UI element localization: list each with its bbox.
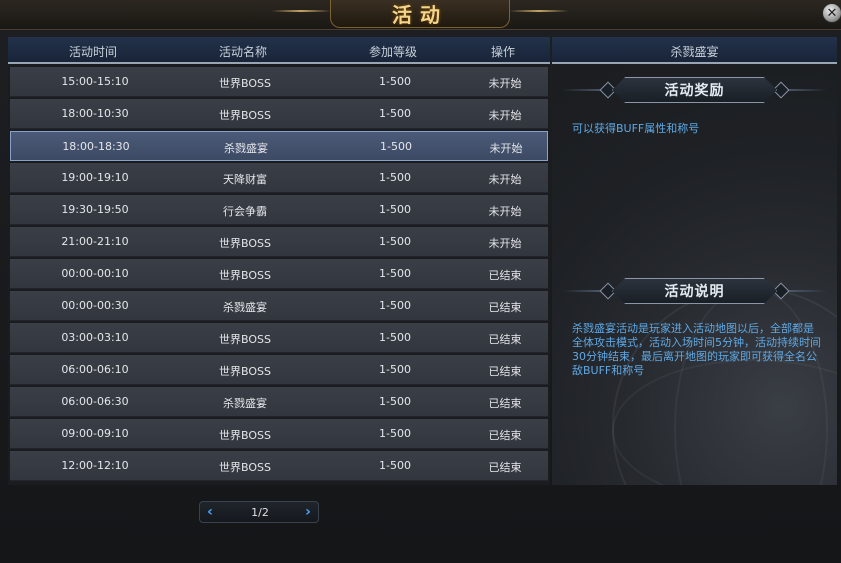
activity-time: 03:00-03:10 bbox=[61, 331, 129, 344]
activity-status: 已结束 bbox=[488, 461, 522, 474]
activity-status: 未开始 bbox=[488, 237, 522, 250]
table-row[interactable]: 12:00-12:10 世界BOSS 1-500 已结束 bbox=[10, 451, 548, 481]
header-operation: 操作 bbox=[490, 45, 515, 59]
activity-time: 18:00-10:30 bbox=[61, 107, 129, 120]
activity-name: 世界BOSS bbox=[219, 429, 271, 442]
activity-name: 世界BOSS bbox=[219, 237, 271, 250]
activity-level: 1-500 bbox=[379, 459, 411, 472]
activity-status: 已结束 bbox=[488, 269, 522, 282]
table-row[interactable]: 06:00-06:30 杀戮盛宴 1-500 已结束 bbox=[10, 387, 548, 417]
activity-time: 19:30-19:50 bbox=[61, 203, 129, 216]
pager: ‹ 1/2 › bbox=[199, 501, 319, 523]
activity-level: 1-500 bbox=[379, 107, 411, 120]
description-text: 杀戮盛宴活动是玩家进入活动地图以后，全部都是全体攻击模式，活动入场时间5分钟，活… bbox=[572, 322, 821, 377]
activity-status: 未开始 bbox=[489, 142, 523, 155]
detail-header: 杀戮盛宴 bbox=[552, 37, 837, 64]
activity-time: 00:00-00:10 bbox=[61, 267, 129, 280]
activity-name: 世界BOSS bbox=[219, 333, 271, 346]
activity-time: 06:00-06:10 bbox=[61, 363, 129, 376]
activity-time: 09:00-09:10 bbox=[61, 427, 129, 440]
activity-status: 未开始 bbox=[488, 109, 522, 122]
activity-status: 未开始 bbox=[488, 173, 522, 186]
table-row[interactable]: 18:00-10:30 世界BOSS 1-500 未开始 bbox=[10, 99, 548, 129]
activity-time: 15:00-15:10 bbox=[61, 75, 129, 88]
activity-status: 已结束 bbox=[488, 333, 522, 346]
next-page-button[interactable]: › bbox=[300, 504, 316, 520]
activity-status: 已结束 bbox=[488, 429, 522, 442]
activity-detail-panel: 杀戮盛宴 活动奖励 可以获得BUFF属性和称号 活动说明 杀戮盛宴活动是玩家进入… bbox=[552, 37, 837, 485]
activity-level: 1-500 bbox=[379, 299, 411, 312]
activity-level: 1-500 bbox=[379, 75, 411, 88]
activity-name: 杀戮盛宴 bbox=[224, 142, 268, 155]
close-button[interactable]: ✕ bbox=[822, 3, 841, 23]
activity-name: 天降财富 bbox=[223, 173, 267, 186]
activity-status: 已结束 bbox=[488, 301, 522, 314]
activity-level: 1-500 bbox=[379, 203, 411, 216]
activity-time: 21:00-21:10 bbox=[61, 235, 129, 248]
table-row[interactable]: 00:00-00:10 世界BOSS 1-500 已结束 bbox=[10, 259, 548, 289]
table-row[interactable]: 03:00-03:10 世界BOSS 1-500 已结束 bbox=[10, 323, 548, 353]
activity-name: 世界BOSS bbox=[219, 109, 271, 122]
activity-level: 1-500 bbox=[379, 171, 411, 184]
activity-name: 世界BOSS bbox=[219, 77, 271, 90]
table-header: 活动时间 活动名称 参加等级 操作 bbox=[8, 37, 550, 64]
activity-level: 1-500 bbox=[379, 235, 411, 248]
activity-status: 已结束 bbox=[488, 365, 522, 378]
activity-time: 18:00-18:30 bbox=[62, 140, 130, 153]
activity-name: 行会争霸 bbox=[223, 205, 267, 218]
table-row[interactable]: 15:00-15:10 世界BOSS 1-500 未开始 bbox=[10, 67, 548, 97]
activity-name: 世界BOSS bbox=[219, 461, 271, 474]
close-icon: ✕ bbox=[826, 5, 838, 21]
title-plaque: 活动 bbox=[271, 0, 569, 28]
activity-level: 1-500 bbox=[379, 267, 411, 280]
activity-level: 1-500 bbox=[379, 395, 411, 408]
globe-decoration bbox=[612, 287, 837, 485]
activity-level: 1-500 bbox=[379, 363, 411, 376]
header-time: 活动时间 bbox=[68, 45, 117, 59]
description-heading: 活动说明 bbox=[664, 284, 725, 300]
activity-level: 1-500 bbox=[379, 331, 411, 344]
activity-status: 未开始 bbox=[488, 205, 522, 218]
activity-time: 19:00-19:10 bbox=[61, 171, 129, 184]
reward-text: 可以获得BUFF属性和称号 bbox=[572, 122, 700, 135]
activity-name: 杀戮盛宴 bbox=[223, 397, 267, 410]
activity-time: 12:00-12:10 bbox=[61, 459, 129, 472]
table-row[interactable]: 19:30-19:50 行会争霸 1-500 未开始 bbox=[10, 195, 548, 225]
page-indicator: 1/2 bbox=[251, 506, 269, 519]
table-row[interactable]: 00:00-00:30 杀戮盛宴 1-500 已结束 bbox=[10, 291, 548, 321]
activity-time: 00:00-00:30 bbox=[61, 299, 129, 312]
activity-level: 1-500 bbox=[380, 140, 412, 153]
prev-page-button[interactable]: ‹ bbox=[202, 504, 218, 520]
table-row[interactable]: 19:00-19:10 天降财富 1-500 未开始 bbox=[10, 163, 548, 193]
reward-banner: 活动奖励 bbox=[562, 77, 827, 103]
activity-time: 06:00-06:30 bbox=[61, 395, 129, 408]
activity-level: 1-500 bbox=[379, 427, 411, 440]
activity-window: 活动 ✕ 活动时间 活动名称 参加等级 操作 15:00-15:10 世界BOSS… bbox=[0, 0, 841, 563]
header-name: 活动名称 bbox=[218, 45, 267, 59]
description-banner: 活动说明 bbox=[562, 278, 827, 304]
activity-name: 世界BOSS bbox=[219, 269, 271, 282]
activity-status: 已结束 bbox=[488, 397, 522, 410]
table-row[interactable]: 09:00-09:10 世界BOSS 1-500 已结束 bbox=[10, 419, 548, 449]
activity-status: 未开始 bbox=[488, 77, 522, 90]
table-row[interactable]: 18:00-18:30 杀戮盛宴 1-500 未开始 bbox=[10, 131, 548, 161]
table-row[interactable]: 06:00-06:10 世界BOSS 1-500 已结束 bbox=[10, 355, 548, 385]
detail-title: 杀戮盛宴 bbox=[670, 45, 719, 59]
title-bar: 活动 bbox=[0, 0, 841, 30]
activity-list-panel: 活动时间 活动名称 参加等级 操作 15:00-15:10 世界BOSS 1-500… bbox=[8, 37, 550, 485]
window-title: 活动 bbox=[392, 3, 448, 27]
activity-name: 杀戮盛宴 bbox=[223, 301, 267, 314]
table-row[interactable]: 21:00-21:10 世界BOSS 1-500 未开始 bbox=[10, 227, 548, 257]
reward-heading: 活动奖励 bbox=[664, 83, 725, 99]
header-level: 参加等级 bbox=[368, 45, 417, 59]
activity-name: 世界BOSS bbox=[219, 365, 271, 378]
